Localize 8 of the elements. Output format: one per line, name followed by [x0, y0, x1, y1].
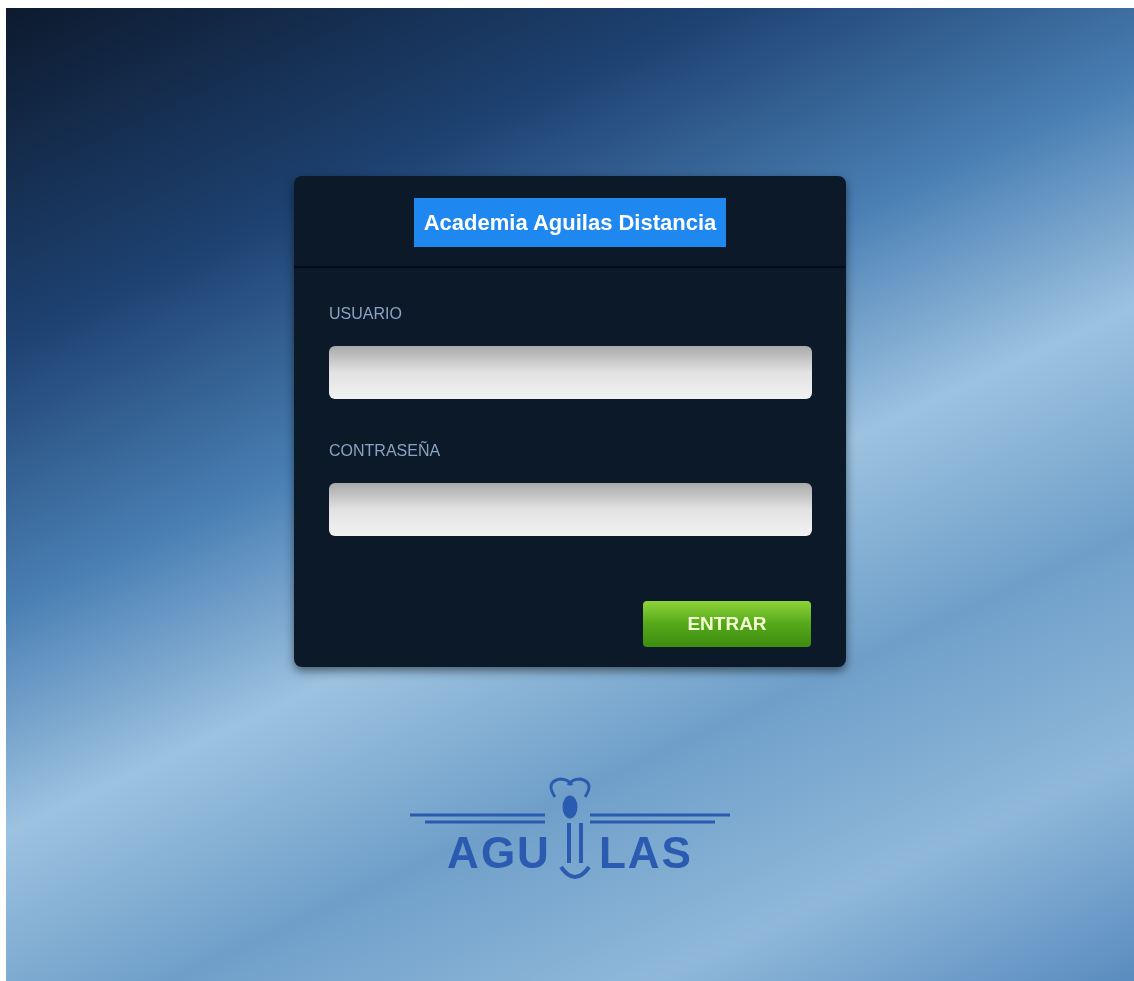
input-field[interactable] — [329, 346, 812, 399]
field-label: USUARIO — [329, 304, 403, 324]
logo-wordmark: LAS — [598, 831, 693, 875]
site-title: Academia Aguilas Distancia — [413, 198, 727, 247]
field-label: CONTRASEÑA — [329, 440, 442, 461]
input-field[interactable] — [329, 483, 812, 536]
login-button[interactable]: ENTRAR — [643, 601, 811, 647]
logo-wordmark: AGU — [447, 831, 551, 875]
